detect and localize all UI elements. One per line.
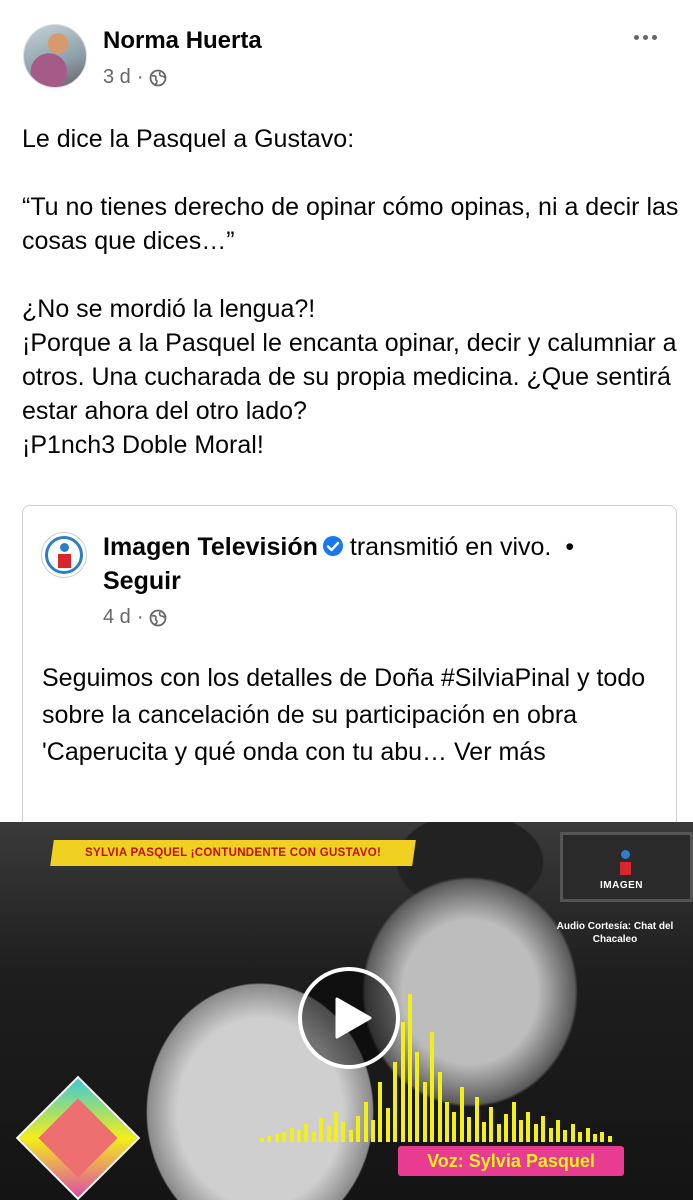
waveform-bar: [548, 1128, 553, 1142]
waveform-bar: [467, 1117, 472, 1142]
page-name[interactable]: Imagen Televisión: [103, 533, 318, 561]
waveform-bar: [593, 1134, 597, 1142]
waveform-bar: [459, 1087, 464, 1142]
waveform-bar: [422, 1082, 427, 1142]
waveform-bar: [385, 1108, 390, 1142]
waveform-bar: [570, 1124, 575, 1142]
channel-watermark: IMAGEN: [600, 880, 643, 891]
waveform-bar: [519, 1120, 523, 1142]
meta-separator: ·: [136, 606, 144, 628]
waveform-bar: [326, 1126, 331, 1142]
waveform-bar: [393, 1062, 398, 1142]
waveform-bar: [400, 1022, 405, 1142]
author-name[interactable]: Norma Huerta: [103, 27, 262, 55]
play-button[interactable]: [298, 967, 400, 1069]
waveform-bar: [526, 1112, 531, 1142]
meta-separator: ·: [136, 66, 144, 88]
waveform-bar: [378, 1082, 383, 1142]
hand-badge-icon: [15, 1075, 141, 1200]
waveform-bar: [311, 1132, 316, 1142]
more-dots-icon: [633, 34, 639, 40]
page-avatar[interactable]: [41, 532, 87, 578]
waveform-bar: [289, 1128, 294, 1142]
waveform-bar: [415, 1052, 420, 1142]
waveform-bar: [282, 1132, 287, 1142]
shared-post-meta: 4 d ·: [103, 606, 167, 629]
shared-post-card[interactable]: Imagen Televisión transmitió en vivo. • Se…: [22, 505, 677, 825]
waveform-bar: [260, 1138, 264, 1142]
verified-badge-icon: [322, 536, 343, 556]
waveform-bar: [304, 1124, 309, 1142]
action-text: transmitió en vivo.: [349, 533, 552, 561]
audio-credit: Audio Cortesía: Chat del Chacaleo: [556, 921, 674, 945]
post-text: Le dice la Pasquel a Gustavo: “Tu no tie…: [22, 122, 682, 462]
waveform-bar: [511, 1102, 516, 1142]
imagen-logo-icon: [612, 850, 640, 876]
post-text-line: ¿No se mordió la lengua?!: [22, 295, 316, 323]
globe-icon: [150, 609, 167, 626]
waveform-bar: [334, 1112, 338, 1142]
voice-label: Voz: Sylvia Pasquel: [398, 1146, 624, 1176]
shared-post-time[interactable]: 4 d: [103, 606, 131, 629]
post-text-quote: “Tu no tienes derecho de opinar cómo opi…: [22, 193, 679, 255]
waveform-bar: [363, 1102, 368, 1142]
waveform-bar: [533, 1124, 538, 1142]
waveform-bar: [341, 1122, 346, 1142]
bullet-separator: •: [565, 533, 575, 561]
waveform-bar: [556, 1120, 560, 1142]
waveform-bar: [267, 1136, 272, 1142]
waveform-bar: [348, 1130, 353, 1142]
waveform-bar: [504, 1114, 509, 1142]
shared-post-text: Seguimos con los detalles de Doña #Silvi…: [42, 660, 662, 771]
post-time[interactable]: 3 d: [103, 66, 131, 89]
post-text-line: Le dice la Pasquel a Gustavo:: [22, 125, 355, 153]
waveform-bar: [430, 1032, 435, 1142]
waveform-bar: [496, 1124, 501, 1142]
post-text-line: ¡Porque a la Pasquel le encanta opinar, …: [22, 329, 677, 425]
waveform-bar: [541, 1116, 546, 1142]
waveform-bar: [607, 1136, 612, 1142]
see-more-link[interactable]: Ver más: [454, 738, 546, 766]
more-options-button[interactable]: [625, 22, 665, 52]
waveform-bar: [452, 1112, 457, 1142]
waveform-bar: [482, 1122, 486, 1142]
waveform-bar: [474, 1097, 479, 1142]
shared-text-body: Seguimos con los detalles de Doña #Silvi…: [42, 664, 646, 766]
waveform-bar: [356, 1116, 361, 1142]
post-meta: 3 d ·: [103, 66, 167, 89]
shared-post-header: Imagen Televisión transmitió en vivo. •: [103, 530, 574, 564]
follow-button[interactable]: Seguir: [103, 564, 181, 598]
waveform-bar: [585, 1128, 590, 1142]
waveform-bar: [371, 1120, 375, 1142]
waveform-bar: [445, 1102, 449, 1142]
post-header: Norma Huerta 3 d ·: [0, 0, 693, 100]
author-avatar[interactable]: [23, 24, 87, 88]
post-text-line: ¡P1nch3 Doble Moral!: [22, 431, 264, 459]
globe-icon: [150, 69, 167, 86]
waveform-bar: [408, 994, 412, 1142]
waveform-bar: [489, 1107, 494, 1142]
play-icon: [335, 997, 372, 1039]
waveform-bar: [578, 1132, 583, 1142]
waveform-bar: [563, 1130, 568, 1142]
waveform-bar: [319, 1118, 324, 1142]
video-player[interactable]: SYLVIA PASQUEL ¡CONTUNDENTE CON GUSTAVO!…: [0, 822, 693, 1200]
waveform-bar: [297, 1130, 301, 1142]
video-banner-text: SYLVIA PASQUEL ¡CONTUNDENTE CON GUSTAVO!: [84, 847, 382, 859]
waveform-bar: [600, 1132, 605, 1142]
waveform-bar: [274, 1134, 279, 1142]
video-banner: SYLVIA PASQUEL ¡CONTUNDENTE CON GUSTAVO!: [50, 840, 416, 866]
waveform-bar: [437, 1072, 442, 1142]
